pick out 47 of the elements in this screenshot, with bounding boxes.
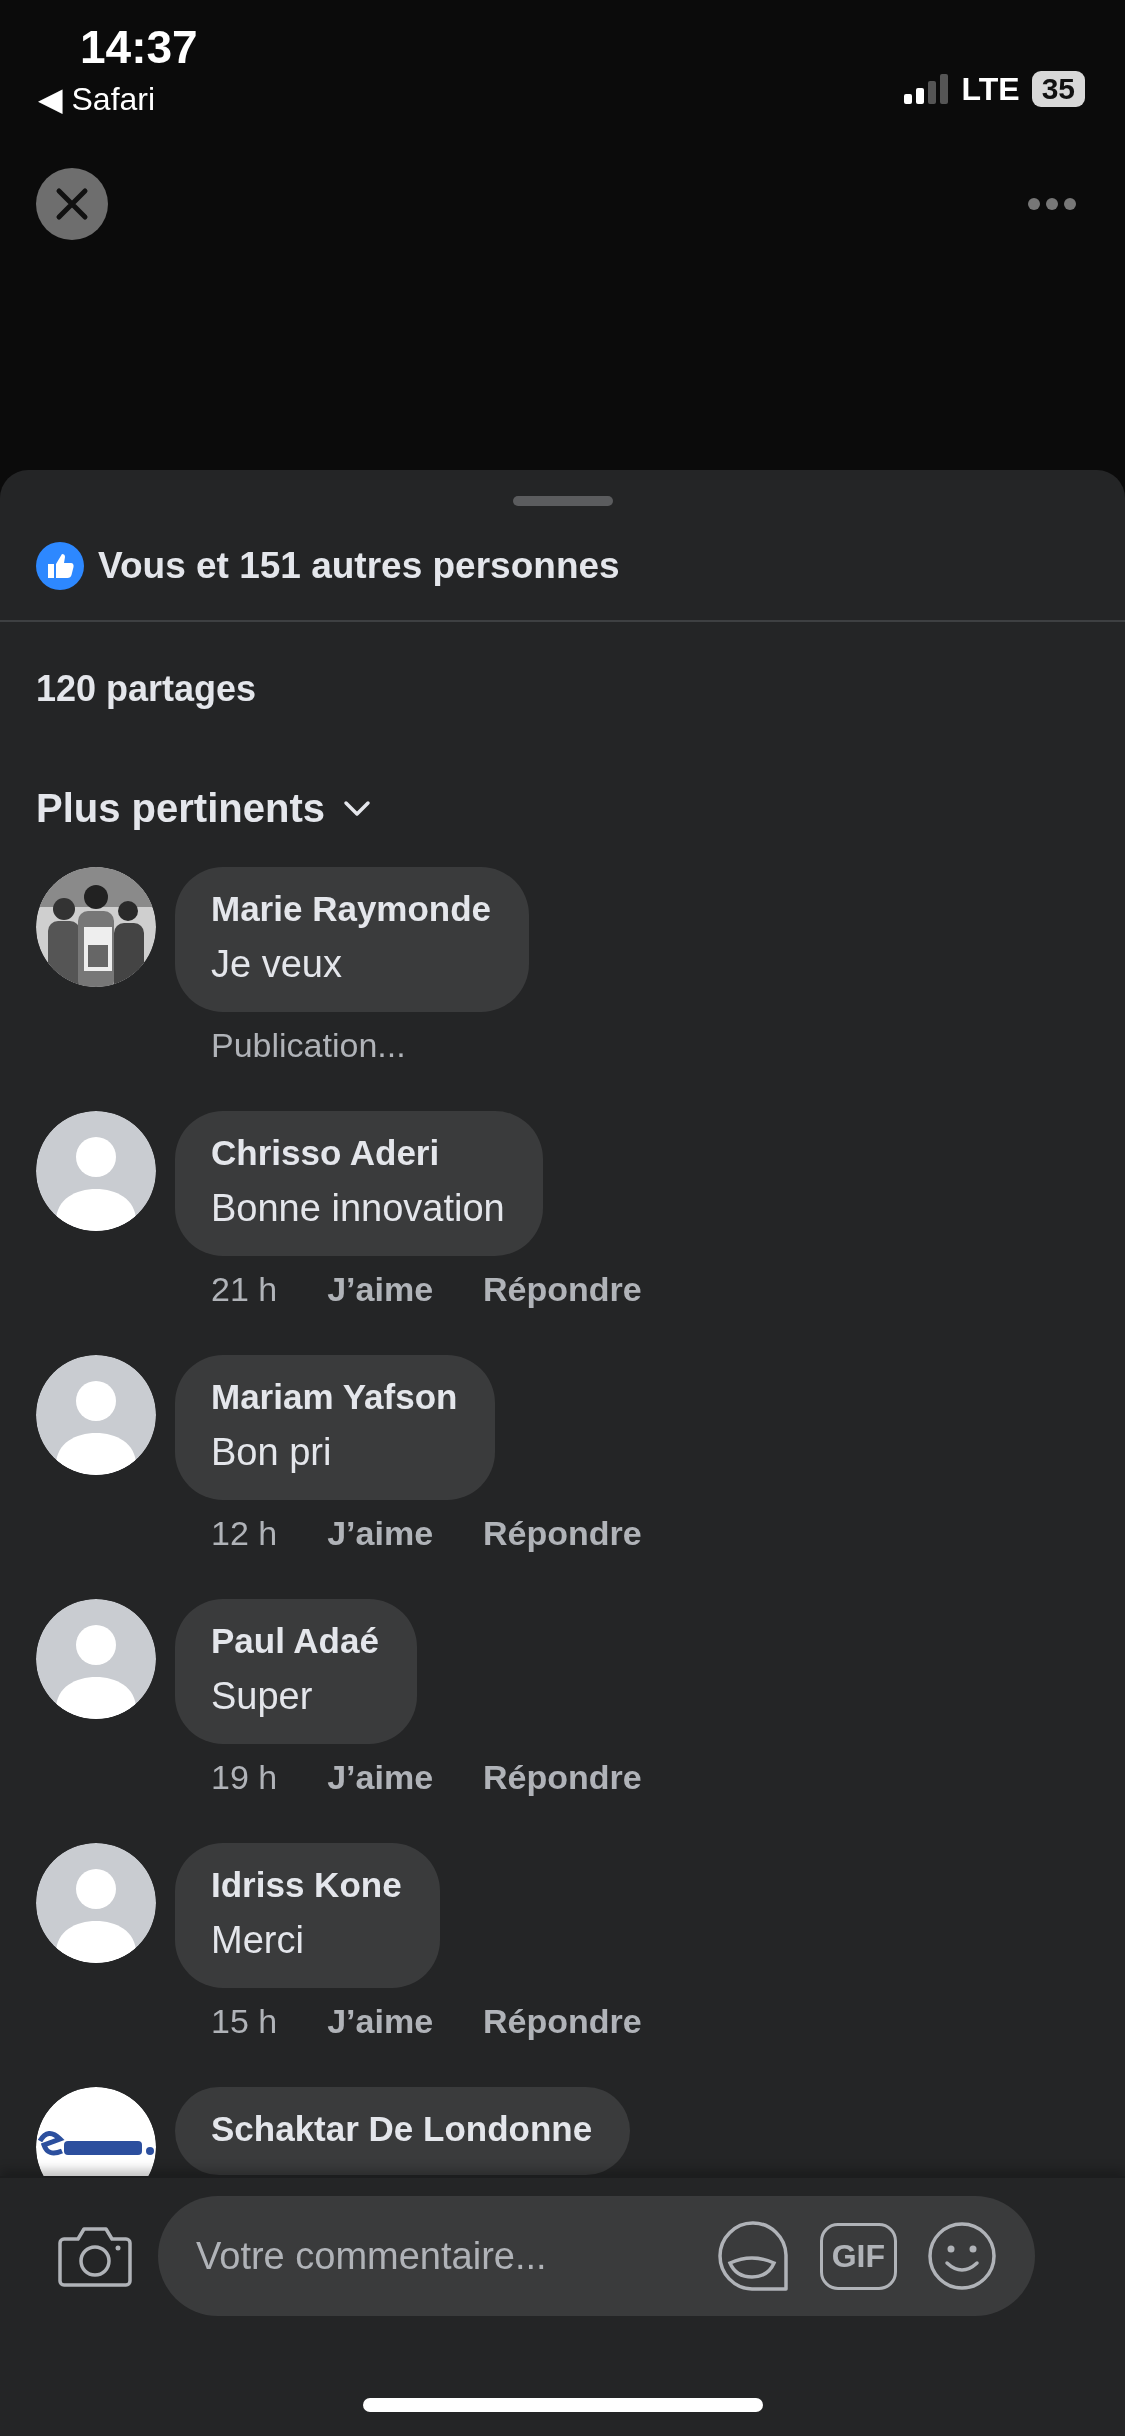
- comment-text: Super: [211, 1675, 314, 1718]
- emoji-icon[interactable]: [927, 2221, 997, 2291]
- more-icon[interactable]: [1027, 197, 1077, 211]
- comment-text: Merci: [211, 1919, 305, 1962]
- like-link[interactable]: J’aime: [327, 1514, 434, 1553]
- gif-button[interactable]: GIF: [819, 2222, 897, 2290]
- network-label: LTE: [961, 70, 1020, 108]
- drag-handle[interactable]: [512, 496, 613, 506]
- comment-text: Je veux: [211, 943, 343, 986]
- close-icon[interactable]: [55, 187, 89, 221]
- comment-bubble[interactable]: Schaktar De Londonne: [175, 2087, 631, 2175]
- like-link[interactable]: J’aime: [327, 1270, 434, 1309]
- commenter-name[interactable]: Idriss Kone: [211, 1865, 402, 1905]
- chevron-down-icon[interactable]: [342, 799, 371, 818]
- sort-dropdown[interactable]: Plus pertinents: [36, 786, 371, 831]
- back-to-app-link[interactable]: ◀ Safari: [38, 80, 198, 118]
- comment-bubble[interactable]: Mariam Yafson Bon pri: [175, 1355, 496, 1500]
- comment-field[interactable]: Votre commentaire... GIF: [158, 2196, 1035, 2316]
- like-link[interactable]: J’aime: [327, 1758, 434, 1797]
- battery-indicator: 35: [1031, 71, 1085, 107]
- comment-bubble[interactable]: Chrisso Aderi Bonne innovation: [175, 1111, 543, 1256]
- like-icon: [36, 542, 84, 590]
- comment-time: 12 h: [211, 1514, 278, 1553]
- comment-time: 19 h: [211, 1758, 278, 1797]
- comment-bubble[interactable]: Paul Adaé Super: [175, 1599, 417, 1744]
- status-time: 14:37: [80, 20, 198, 74]
- commenter-name[interactable]: Marie Raymonde: [211, 889, 492, 929]
- comment-bubble[interactable]: Idriss Kone Merci: [175, 1843, 440, 1988]
- comment-time: 21 h: [211, 1270, 278, 1309]
- sticker-icon[interactable]: [715, 2219, 790, 2293]
- shares-count[interactable]: 120 partages: [36, 668, 257, 709]
- reply-link[interactable]: Répondre: [483, 2002, 642, 2041]
- comment-text: Bon pri: [211, 1431, 333, 1474]
- reply-link[interactable]: Répondre: [483, 1514, 642, 1553]
- commenter-name[interactable]: Paul Adaé: [211, 1621, 379, 1661]
- commenter-name[interactable]: Chrisso Aderi: [211, 1133, 505, 1173]
- commenter-name[interactable]: Schaktar De Londonne: [211, 2109, 593, 2149]
- reactions-summary[interactable]: Vous et 151 autres personnes: [98, 545, 620, 587]
- reply-link[interactable]: Répondre: [483, 1270, 642, 1309]
- commenter-name[interactable]: Mariam Yafson: [211, 1377, 458, 1417]
- like-link[interactable]: J’aime: [327, 2002, 434, 2041]
- comment-text: Bonne innovation: [211, 1187, 505, 1230]
- comment-bubble[interactable]: Marie Raymonde Je veux: [175, 867, 530, 1012]
- posting-status: Publication...: [211, 1026, 406, 1065]
- comment-time: 15 h: [211, 2002, 278, 2041]
- reply-link[interactable]: Répondre: [483, 1758, 642, 1797]
- signal-icon: [903, 74, 950, 104]
